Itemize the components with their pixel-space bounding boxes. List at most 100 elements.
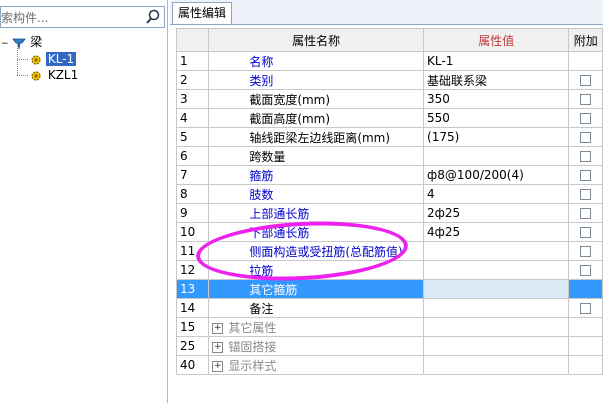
search-box[interactable]: 索构件... [0, 6, 165, 28]
table-row[interactable]: 15 + 其它属性 [175, 317, 603, 337]
property-value-cell[interactable] [423, 336, 570, 356]
property-value-cell[interactable] [423, 241, 570, 261]
table-row[interactable]: 7 箍筋 ф8@100/200(4) [175, 165, 603, 185]
attach-checkbox[interactable] [580, 170, 592, 181]
expand-icon[interactable]: + [212, 341, 224, 353]
property-name: 下部通长筋 [208, 222, 425, 242]
row-number: 4 [175, 108, 210, 128]
table-row[interactable]: 40 + 显示样式 [175, 355, 603, 375]
table-row[interactable]: 14 备注 [175, 298, 603, 318]
property-value-cell[interactable]: 350 [423, 89, 570, 109]
search-input[interactable]: 索构件... [1, 9, 48, 26]
property-name: 其它箍筋 [208, 279, 425, 299]
property-value-cell[interactable] [423, 298, 570, 318]
property-label: 下部通长筋 [249, 225, 310, 240]
property-value-cell[interactable]: 4 [423, 184, 570, 204]
tree-item-kl1[interactable]: KL-1 [30, 51, 77, 67]
component-sidebar: 索构件... − 梁 KL-1 KZL1 [0, 0, 168, 403]
table-row[interactable]: 25 + 锚固搭接 [175, 336, 603, 356]
attach-checkbox[interactable] [580, 113, 592, 124]
extra-cell [568, 165, 603, 185]
property-label: 肢数 [249, 187, 274, 202]
attach-checkbox[interactable] [580, 265, 592, 276]
attach-checkbox[interactable] [580, 227, 592, 238]
extra-column-header[interactable]: 附加 [568, 28, 603, 52]
collapse-icon[interactable]: − [1, 39, 9, 49]
extra-cell [568, 89, 603, 109]
property-value-cell[interactable] [423, 146, 570, 166]
property-value-cell[interactable]: ф8@100/200(4) [423, 165, 570, 185]
property-value-cell[interactable]: 基础联系梁 [423, 70, 570, 90]
property-name[interactable]: + 其它属性 [208, 317, 425, 337]
table-row[interactable]: 2 类别 基础联系梁 [175, 70, 603, 90]
table-row[interactable]: 6 跨数量 [175, 146, 603, 166]
table-row[interactable]: 9 上部通长筋 2ф25 [175, 203, 603, 223]
property-name: 侧面构造或受扭筋(总配筋值) [208, 241, 425, 261]
attach-checkbox[interactable] [580, 246, 592, 257]
tree-root-beam[interactable]: − 梁 [1, 34, 42, 50]
extra-cell [568, 355, 603, 375]
table-row[interactable]: 3 截面宽度(mm) 350 [175, 89, 603, 109]
table-row[interactable]: 8 肢数 4 [175, 184, 603, 204]
extra-cell [568, 279, 603, 299]
search-icon[interactable] [144, 8, 162, 26]
table-row[interactable]: 12 拉筋 [175, 260, 603, 280]
property-label: 名称 [249, 54, 274, 69]
property-label: 跨数量 [249, 149, 286, 164]
name-column-header[interactable]: 属性名称 [208, 28, 425, 52]
property-name[interactable]: + 锚固搭接 [208, 336, 425, 356]
property-name: 截面宽度(mm) [208, 89, 425, 109]
row-number: 14 [175, 298, 210, 318]
property-value-cell[interactable]: 4ф25 [423, 222, 570, 242]
row-number: 5 [175, 127, 210, 147]
tree-item-kzl1[interactable]: KZL1 [30, 67, 80, 83]
table-row[interactable]: 10 下部通长筋 4ф25 [175, 222, 603, 242]
beam-folder-icon [12, 38, 27, 49]
property-label: 上部通长筋 [249, 206, 310, 221]
property-name: 箍筋 [208, 165, 425, 185]
property-name: 上部通长筋 [208, 203, 425, 223]
property-name: 拉筋 [208, 260, 425, 280]
property-value-cell[interactable] [423, 260, 570, 280]
attach-checkbox[interactable] [580, 132, 592, 143]
expand-icon[interactable]: + [212, 322, 224, 334]
row-number: 15 [175, 317, 210, 337]
attach-checkbox[interactable] [580, 189, 592, 200]
attach-checkbox[interactable] [580, 94, 592, 105]
property-value-cell[interactable] [423, 355, 570, 375]
table-row[interactable]: 5 轴线距梁左边线距离(mm) (175) [175, 127, 603, 147]
extra-cell [568, 108, 603, 128]
property-label: 侧面构造或受扭筋(总配筋值) [249, 244, 403, 259]
property-name: 截面高度(mm) [208, 108, 425, 128]
property-name[interactable]: + 显示样式 [208, 355, 425, 375]
property-value-cell[interactable] [423, 279, 570, 299]
property-value-cell[interactable]: 2ф25 [423, 203, 570, 223]
property-grid: 属性名称 属性值 附加 1 名称 KL-1 2 类别 基础联系梁 3 截面宽度(mm) 350 4… [175, 28, 603, 375]
table-row[interactable]: 13 其它箍筋 [175, 279, 603, 299]
row-number: 8 [175, 184, 210, 204]
row-number: 10 [175, 222, 210, 242]
value-column-header[interactable]: 属性值 [423, 28, 570, 52]
row-number: 7 [175, 165, 210, 185]
row-number: 12 [175, 260, 210, 280]
table-row[interactable]: 11 侧面构造或受扭筋(总配筋值) [175, 241, 603, 261]
row-number: 2 [175, 70, 210, 90]
tab-property-editor[interactable]: 属性编辑 [172, 2, 233, 24]
attach-checkbox[interactable] [580, 208, 592, 219]
attach-checkbox[interactable] [580, 75, 592, 86]
row-number-header [175, 28, 210, 52]
property-label: 类别 [249, 73, 274, 88]
expand-icon[interactable]: + [212, 360, 224, 372]
property-value-cell[interactable]: (175) [423, 127, 570, 147]
property-value-cell[interactable]: 550 [423, 108, 570, 128]
group-label: 显示样式 [228, 358, 277, 373]
extra-cell [568, 51, 603, 71]
property-value-cell[interactable]: KL-1 [423, 51, 570, 71]
table-row[interactable]: 4 截面高度(mm) 550 [175, 108, 603, 128]
table-row[interactable]: 1 名称 KL-1 [175, 51, 603, 71]
attach-checkbox[interactable] [580, 303, 592, 314]
property-name: 肢数 [208, 184, 425, 204]
attach-checkbox[interactable] [580, 151, 592, 162]
property-value-cell[interactable] [423, 317, 570, 337]
extra-cell [568, 336, 603, 356]
